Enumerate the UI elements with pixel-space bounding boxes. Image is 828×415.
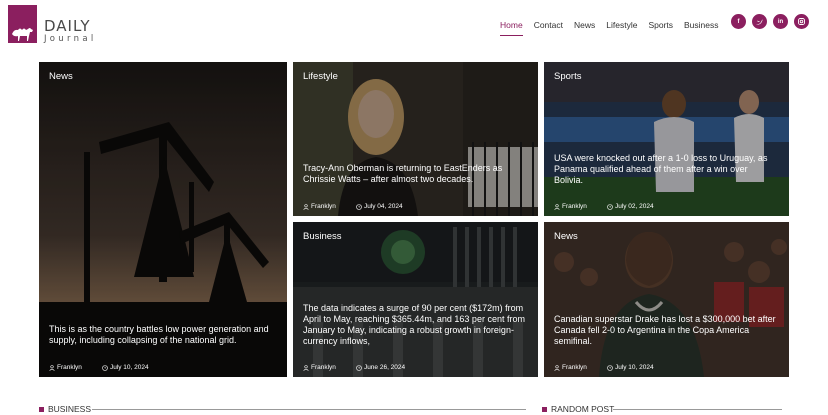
user-icon xyxy=(303,203,309,210)
section-heading-business: BUSINESS xyxy=(39,404,91,414)
nav-contact[interactable]: Contact xyxy=(534,20,563,30)
twitter-icon[interactable] xyxy=(752,14,767,29)
featured-card-business[interactable]: Business The data indicates a surge of 9… xyxy=(293,222,538,377)
featured-card-news-2[interactable]: News Canadian superstar Drake has lost a… xyxy=(544,222,789,377)
card-category[interactable]: Sports xyxy=(554,71,581,82)
featured-card-lifestyle[interactable]: Lifestyle Tracy-Ann Oberman is returning… xyxy=(293,62,538,216)
user-icon xyxy=(554,364,560,371)
card-author[interactable]: Franklyn xyxy=(311,203,336,210)
clock-icon xyxy=(356,203,362,210)
card-category[interactable]: Business xyxy=(303,231,342,242)
logo-mark xyxy=(8,5,37,43)
card-date: July 10, 2024 xyxy=(109,364,149,371)
camel-icon xyxy=(12,28,33,41)
nav-home[interactable]: Home xyxy=(500,20,523,36)
section-divider xyxy=(613,409,782,410)
featured-card-news[interactable]: News This is as the country battles low … xyxy=(39,62,287,377)
card-category[interactable]: News xyxy=(49,71,73,82)
section-heading-random-post: RANDOM POST xyxy=(542,404,614,414)
nav-sports[interactable]: Sports xyxy=(648,20,673,30)
section-divider xyxy=(92,409,526,410)
featured-card-sports[interactable]: Sports USA were knocked out after a 1-0 … xyxy=(544,62,789,216)
user-icon xyxy=(49,364,55,371)
facebook-icon[interactable]: f xyxy=(731,14,746,29)
card-meta: Franklyn July 10, 2024 xyxy=(49,364,149,371)
nav-business[interactable]: Business xyxy=(684,20,719,30)
card-author[interactable]: Franklyn xyxy=(311,364,336,371)
card-headline[interactable]: Canadian superstar Drake has lost a $300… xyxy=(554,314,779,347)
social-links: f in xyxy=(731,14,815,29)
logo-subtitle: Journal xyxy=(44,34,97,44)
instagram-icon[interactable] xyxy=(794,14,809,29)
nav-news[interactable]: News xyxy=(574,20,595,30)
main-nav: Home Contact News Lifestyle Sports Busin… xyxy=(500,20,730,36)
card-meta: Franklyn July 10, 2024 xyxy=(554,364,654,371)
logo-title: DAILY xyxy=(44,17,91,35)
user-icon xyxy=(303,364,309,371)
site-logo[interactable]: DAILY Journal xyxy=(8,5,97,44)
card-author[interactable]: Franklyn xyxy=(57,364,82,371)
clock-icon xyxy=(607,364,613,371)
card-author[interactable]: Franklyn xyxy=(562,364,587,371)
card-date: July 02, 2024 xyxy=(614,203,654,210)
card-author[interactable]: Franklyn xyxy=(562,203,587,210)
card-headline[interactable]: The data indicates a surge of 90 per cen… xyxy=(303,303,528,347)
card-meta: Franklyn June 26, 2024 xyxy=(303,364,405,371)
card-date: June 26, 2024 xyxy=(363,364,406,371)
card-date: July 04, 2024 xyxy=(363,203,403,210)
card-category[interactable]: Lifestyle xyxy=(303,71,338,82)
section-marker xyxy=(542,406,547,412)
card-headline[interactable]: Tracy-Ann Oberman is returning to EastEn… xyxy=(303,163,528,185)
nav-lifestyle[interactable]: Lifestyle xyxy=(606,20,637,30)
clock-icon xyxy=(102,364,108,371)
card-headline[interactable]: USA were knocked out after a 1-0 loss to… xyxy=(554,153,779,186)
section-marker xyxy=(39,406,44,412)
section-title: BUSINESS xyxy=(48,404,91,414)
card-date: July 10, 2024 xyxy=(614,364,654,371)
card-category[interactable]: News xyxy=(554,231,578,242)
clock-icon xyxy=(356,364,362,371)
linkedin-icon[interactable]: in xyxy=(773,14,788,29)
section-title: RANDOM POST xyxy=(551,404,615,414)
card-headline[interactable]: This is as the country battles low power… xyxy=(49,324,277,346)
card-meta: Franklyn July 04, 2024 xyxy=(303,203,403,210)
clock-icon xyxy=(607,203,613,210)
user-icon xyxy=(554,203,560,210)
card-meta: Franklyn July 02, 2024 xyxy=(554,203,654,210)
